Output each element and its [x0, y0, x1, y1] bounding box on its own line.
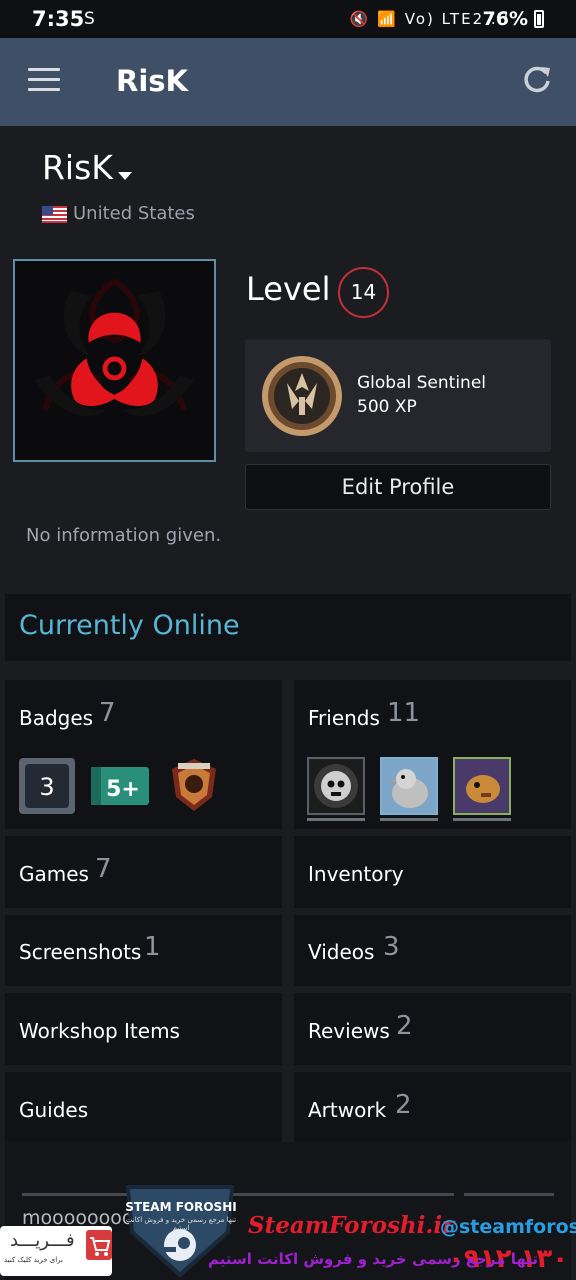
- buy-banner-title: فـــریـــد: [10, 1230, 75, 1251]
- screenshots-count: 1: [144, 932, 161, 962]
- watermark-brand: STEAM FOROSHI: [125, 1200, 237, 1214]
- screenshots-tile[interactable]: Screenshots 1: [5, 915, 282, 986]
- cart-icon[interactable]: [86, 1230, 112, 1260]
- status-bar: 7:35 S 🔇 📶 Vo) LTE2 .ıl 76%: [0, 0, 576, 38]
- status-time: 7:35: [32, 7, 85, 31]
- watermark-tagline: تنها مرجع رسمی خرید و فروش اکانت استیم: [208, 1250, 538, 1268]
- watermark-site: SteamForoshi.ir: [248, 1212, 455, 1239]
- badges-count: 7: [99, 698, 116, 728]
- level-3-badge-icon[interactable]: 3: [18, 757, 76, 815]
- featured-badge-card[interactable]: Global Sentinel 500 XP: [245, 339, 551, 452]
- years-service-badge-icon[interactable]: 5+: [90, 757, 150, 815]
- friend-avatar[interactable]: [307, 757, 365, 815]
- artwork-label: Artwork: [308, 1098, 387, 1122]
- battery-level: 76%: [482, 8, 528, 30]
- artwork-count: 2: [395, 1090, 412, 1120]
- profile-country: United States: [73, 203, 195, 224]
- svg-text:5+: 5+: [106, 777, 140, 802]
- us-flag-icon: [42, 206, 67, 223]
- watermark-handle: @steamforoshi: [440, 1216, 576, 1238]
- friend-status-bar: [453, 818, 511, 821]
- carrier-icon: S: [84, 9, 95, 29]
- battery-icon: [534, 10, 544, 28]
- comment-divider: [464, 1193, 554, 1196]
- guides-tile[interactable]: Guides: [5, 1072, 282, 1144]
- workshop-items-label: Workshop Items: [19, 1019, 180, 1043]
- games-count: 7: [95, 854, 112, 884]
- friends-label: Friends: [308, 706, 380, 730]
- guides-label: Guides: [19, 1098, 89, 1122]
- header-title: RisK: [116, 64, 189, 98]
- buy-banner-subtitle: برای خرید کلیک کنید: [4, 1256, 63, 1264]
- biohazard-avatar-image: [15, 261, 214, 460]
- artwork-tile[interactable]: Artwork 2: [294, 1072, 571, 1144]
- level-badge: 14: [338, 267, 389, 318]
- screenshots-label: Screenshots: [19, 940, 142, 964]
- creature-avatar-image: [455, 759, 509, 813]
- reviews-tile[interactable]: Reviews 2: [294, 993, 571, 1065]
- dropdown-caret-icon[interactable]: [118, 172, 132, 180]
- avatar[interactable]: [13, 259, 216, 462]
- inventory-label: Inventory: [308, 862, 404, 886]
- videos-label: Videos: [308, 940, 375, 964]
- skull-avatar-image: [314, 764, 358, 808]
- videos-tile[interactable]: Videos 3: [294, 915, 571, 986]
- game-badge-icon[interactable]: [168, 757, 220, 813]
- profile-name[interactable]: RisK: [42, 148, 113, 187]
- bird-avatar-image: [390, 769, 428, 808]
- games-tile[interactable]: Games 7: [5, 836, 282, 908]
- reviews-count: 2: [396, 1011, 413, 1041]
- online-status: Currently Online: [19, 610, 240, 641]
- badges-label: Badges: [19, 706, 94, 730]
- svg-text:3: 3: [39, 773, 54, 801]
- profile-summary: No information given.: [26, 525, 222, 546]
- hamburger-icon[interactable]: [28, 68, 60, 94]
- friend-avatar[interactable]: [380, 757, 438, 815]
- featured-badge-xp: 500 XP: [357, 397, 417, 417]
- friend-status-bar: [307, 818, 365, 821]
- refresh-icon[interactable]: [522, 64, 552, 94]
- workshop-items-tile[interactable]: Workshop Items: [5, 993, 282, 1065]
- inventory-tile[interactable]: Inventory: [294, 836, 571, 908]
- reviews-label: Reviews: [308, 1019, 390, 1043]
- videos-count: 3: [383, 932, 400, 962]
- online-status-panel: Currently Online: [5, 594, 571, 661]
- friend-avatar[interactable]: [453, 757, 511, 815]
- app-header: RisK: [0, 38, 576, 126]
- edit-profile-button[interactable]: Edit Profile: [245, 464, 551, 510]
- featured-badge-name: Global Sentinel: [357, 373, 487, 393]
- friends-count: 11: [387, 698, 421, 728]
- global-sentinel-medal-icon: [262, 356, 342, 436]
- friend-status-bar: [380, 818, 438, 821]
- level-label: Level: [246, 270, 331, 308]
- watermark-brand-subtitle: تنها مرجع رسمی خرید و فروش اکانت استیم: [125, 1216, 237, 1232]
- games-label: Games: [19, 862, 89, 886]
